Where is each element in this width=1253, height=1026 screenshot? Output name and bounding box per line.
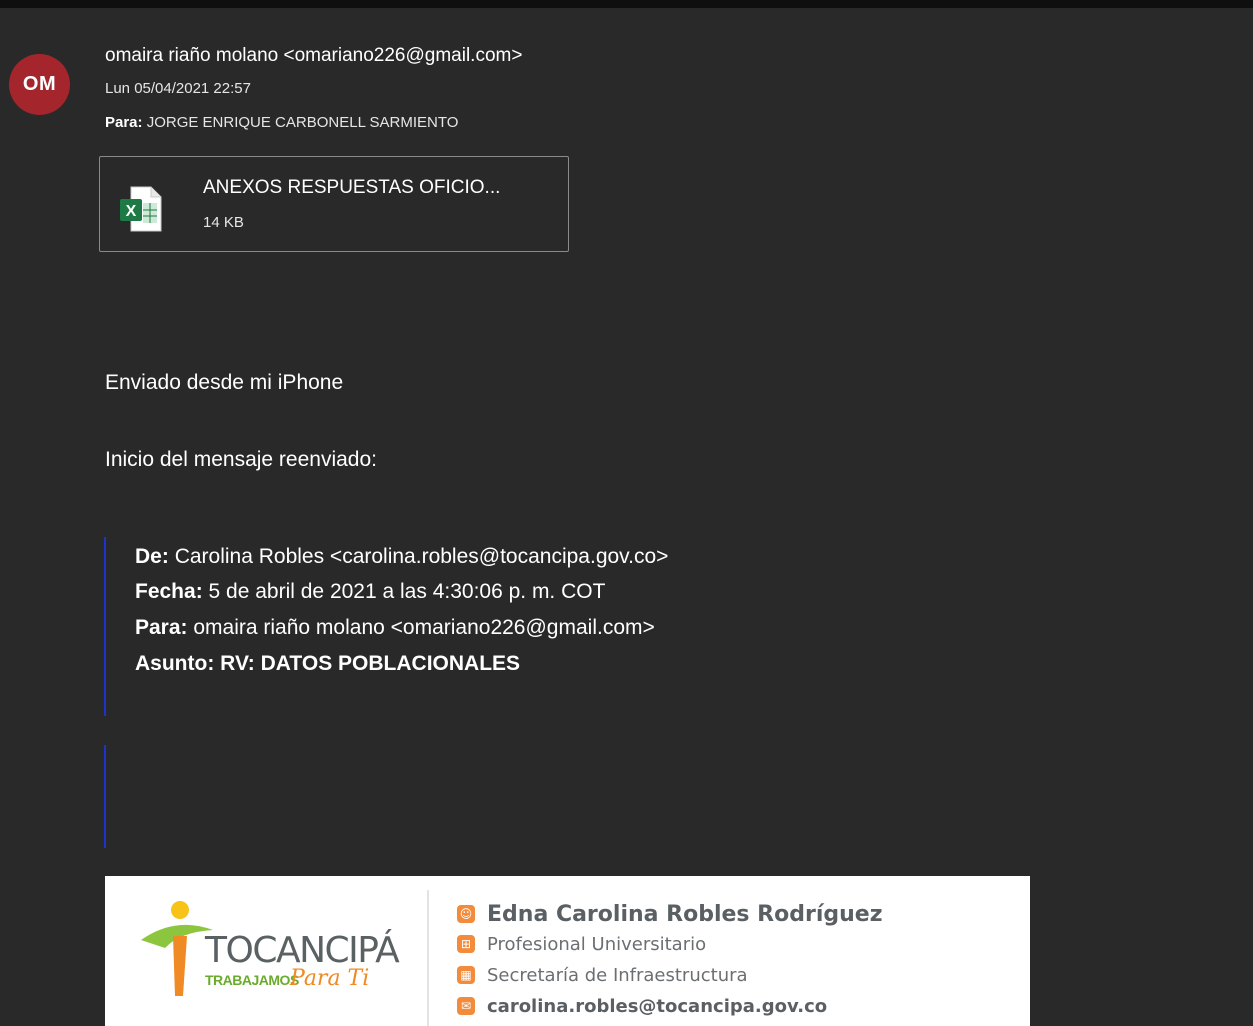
top-bar [0, 0, 1253, 8]
attachment-name[interactable]: ANEXOS RESPUESTAS OFICIO... [203, 177, 500, 199]
recipient-line: Para: JORGE ENRIQUE CARBONELL SARMIENTO [105, 114, 458, 131]
body-line-sent-from: Enviado desde mi iPhone [105, 371, 344, 394]
recipient-name[interactable]: JORGE ENRIQUE CARBONELL SARMIENTO [147, 114, 459, 131]
logo-script: Para Ti [290, 966, 370, 991]
excel-file-icon: X [120, 186, 162, 232]
tocancipa-logo: TOCANCIPÁ TRABAJAMOS Para Ti [135, 896, 400, 1006]
forwarded-to: Para: omaira riaño molano <omariano226@g… [135, 616, 655, 639]
sig-role-row: ⊞ Profesional Universitario [457, 931, 706, 957]
sender-avatar[interactable]: OM [9, 54, 70, 115]
forwarded-to-value[interactable]: omaira riaño molano <omariano226@gmail.c… [193, 616, 654, 639]
forwarded-date: Fecha: 5 de abril de 2021 a las 4:30:06 … [135, 580, 606, 603]
sig-role: Profesional Universitario [487, 933, 707, 955]
attachment-card[interactable]: X ANEXOS RESPUESTAS OFICIO... 14 KB [99, 156, 569, 252]
sig-department-row: ▦ Secretaría de Infraestructura [457, 962, 748, 988]
sig-name: Edna Carolina Robles Rodríguez [487, 901, 883, 927]
quote-bar-2 [104, 745, 106, 848]
svg-text:X: X [126, 203, 137, 220]
forwarded-subject: Asunto: RV: DATOS POBLACIONALES [135, 652, 521, 675]
sig-email-row: ✉ carolina.robles@tocancipa.gov.co [457, 993, 827, 1019]
org-chart-icon: ⊞ [457, 935, 475, 953]
to-label: Para: [105, 114, 143, 131]
signature-divider [427, 890, 429, 1026]
sender-name[interactable]: omaira riaño molano <omariano226@gmail.c… [105, 45, 522, 67]
logo-sub: TRABAJAMOS [205, 972, 299, 988]
building-icon: ▦ [457, 966, 475, 984]
envelope-icon: ✉ [457, 997, 475, 1015]
sig-email[interactable]: carolina.robles@tocancipa.gov.co [487, 996, 827, 1017]
forwarded-from: De: Carolina Robles <carolina.robles@toc… [135, 545, 669, 568]
person-icon: ☺ [457, 905, 475, 923]
attachment-size: 14 KB [203, 214, 244, 231]
body-line-forwarded-intro: Inicio del mensaje reenviado: [105, 448, 377, 471]
sig-department: Secretaría de Infraestructura [487, 964, 748, 986]
email-signature: TOCANCIPÁ TRABAJAMOS Para Ti ☺ Edna Caro… [105, 876, 1030, 1026]
message-date: Lun 05/04/2021 22:57 [105, 80, 251, 97]
logo-word: TOCANCIPÁ [205, 930, 400, 971]
forwarded-from-value[interactable]: Carolina Robles <carolina.robles@tocanci… [175, 545, 669, 568]
quote-bar [104, 537, 106, 716]
sig-name-row: ☺ Edna Carolina Robles Rodríguez [457, 901, 883, 927]
